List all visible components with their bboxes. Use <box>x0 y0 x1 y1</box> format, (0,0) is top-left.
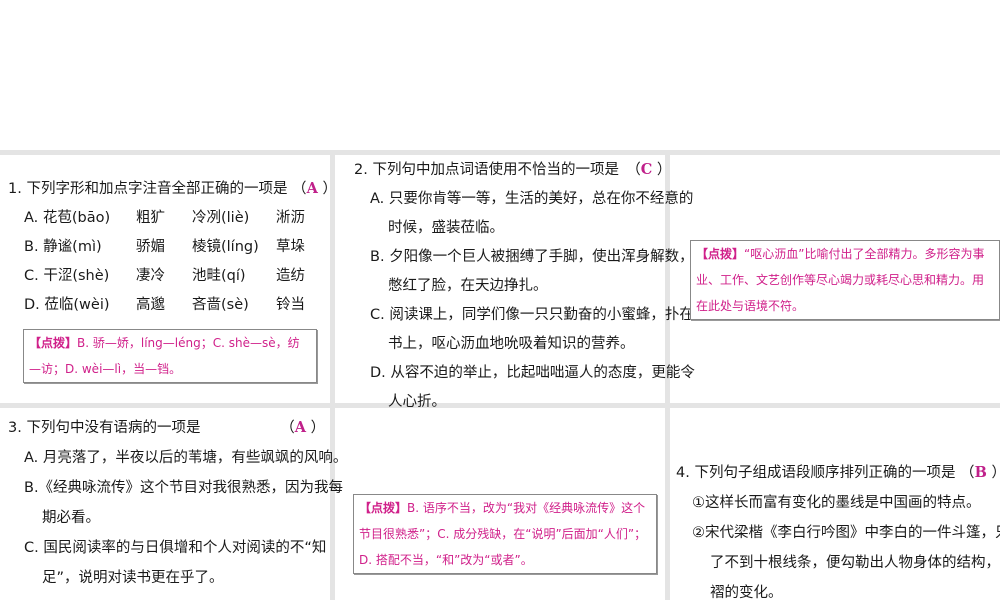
q3-tip-box: 【点拨】B. 语序不当，改为“我对《经典咏流传》这个节目很熟悉”；C. 成分残缺… <box>353 494 657 574</box>
tip-label: 【点拨】 <box>696 247 745 261</box>
q1-stem: 1. 下列字形和加点字注音全部正确的一项是 （ <box>8 181 307 197</box>
question-4: 4. 下列句子组成语段顺序排列正确的一项是 （B ） ①这样长而富有变化的墨线是… <box>676 458 1000 608</box>
q1-tip-box: 【点拨】B. 骄—娇，líng—léng；C. shè—sè，纺—访；D. wè… <box>23 329 317 383</box>
q4-answer: B <box>974 464 987 481</box>
q2-option-c-cont: 书上，呕心沥血地吮吸着知识的营养。 <box>388 336 635 352</box>
q3-answer: A <box>294 419 306 436</box>
q1-word: 棱镜(líng) <box>192 239 259 255</box>
q4-stem: 4. 下列句子组成语段顺序排列正确的一项是 （ <box>676 465 975 481</box>
q3-option-b-cont: 期必看。 <box>42 510 100 526</box>
q2-close: ） <box>656 162 672 178</box>
q2-option-b-cont: 憋红了脸，在天边挣扎。 <box>388 278 548 294</box>
q1-option: C. 干涩(shè) <box>24 268 110 284</box>
q1-option: A. 花苞(bāo) <box>24 210 111 226</box>
q2-answer: C <box>640 161 653 178</box>
q1-word: 草垛 <box>276 239 305 255</box>
q3-option-b: B.《经典咏流传》这个节目对我很熟悉，因为我每 <box>24 480 344 496</box>
q3-stem: 3. 下列句中没有语病的一项是 （ <box>8 420 295 436</box>
q2-option-a-cont: 时候，盛装莅临。 <box>388 220 504 236</box>
tip-label: 【点拨】 <box>29 336 78 350</box>
q3-option-c: C. 国民阅读率的与日俱增和个人对阅读的不“知 <box>24 540 327 556</box>
q1-word: 铃当 <box>276 297 305 313</box>
tip-label: 【点拨】 <box>359 501 408 515</box>
q4-sentence-2-cont2: 褶的变化。 <box>710 585 783 601</box>
q1-word: 吝啬(sè) <box>192 297 249 313</box>
question-1: 1. 下列字形和加点字注音全部正确的一项是 （A ） A. 花苞(bāo) 粗犷 冷… <box>8 174 337 320</box>
q1-word: 骄媚 <box>136 239 165 255</box>
q1-word: 池畦(qí) <box>192 268 246 284</box>
q3-option-a: A. 月亮落了，半夜以后的苇塘，有些飒飒的风响。 <box>24 450 348 466</box>
q2-option-d-cont: 人心折。 <box>388 394 446 410</box>
q1-close: ） <box>322 181 337 197</box>
q4-sentence-1: ①这样长而富有变化的墨线是中国画的特点。 <box>692 495 981 511</box>
question-3: 3. 下列句中没有语病的一项是 （A ） A. 月亮落了，半夜以后的苇塘，有些飒… <box>8 413 347 593</box>
q1-answer: A <box>306 180 318 197</box>
question-2: 2. 下列句中加点词语使用不恰当的一项是 （C ） A. 只要你肯等一等，生活的… <box>354 155 695 417</box>
q1-word: 造纺 <box>276 268 305 284</box>
q1-word: 高邈 <box>136 297 165 313</box>
q2-tip-box: 【点拨】“呕心沥血”比喻付出了全部精力。多形容为事业、工作、文艺创作等尽心竭力或… <box>690 240 1000 320</box>
q2-option-c: C. 阅读课上，同学们像一只只勤奋的小蜜蜂，扑在 <box>370 307 694 323</box>
q2-option-d: D. 从容不迫的举止，比起咄咄逼人的态度，更能令 <box>370 365 695 381</box>
q1-option: D. 莅临(wèi) <box>24 297 110 313</box>
q1-word: 冷冽(liè) <box>192 210 250 226</box>
q1-word: 粗犷 <box>136 210 165 226</box>
q2-stem: 2. 下列句中加点词语使用不恰当的一项是 （ <box>354 162 641 178</box>
q4-close: ） <box>991 465 1000 481</box>
q4-sentence-2-cont: 了不到十根线条，便勾勒出人物身体的结构，衣 <box>710 555 1000 571</box>
q2-option-b: B. 夕阳像一个巨人被捆缚了手脚，使出浑身解数， <box>370 249 694 265</box>
q2-option-a: A. 只要你肯等一等，生活的美好，总在你不经意的 <box>370 191 694 207</box>
q4-sentence-2: ②宋代梁楷《李白行吟图》中李白的一件斗篷，只用 <box>692 525 1000 541</box>
q1-word: 淅沥 <box>276 210 305 226</box>
q3-close: ） <box>310 420 326 436</box>
q3-option-c-cont: 足”，说明对读书更在乎了。 <box>42 570 224 586</box>
q1-option: B. 静谧(mì) <box>24 239 102 255</box>
q1-word: 凄冷 <box>136 268 165 284</box>
